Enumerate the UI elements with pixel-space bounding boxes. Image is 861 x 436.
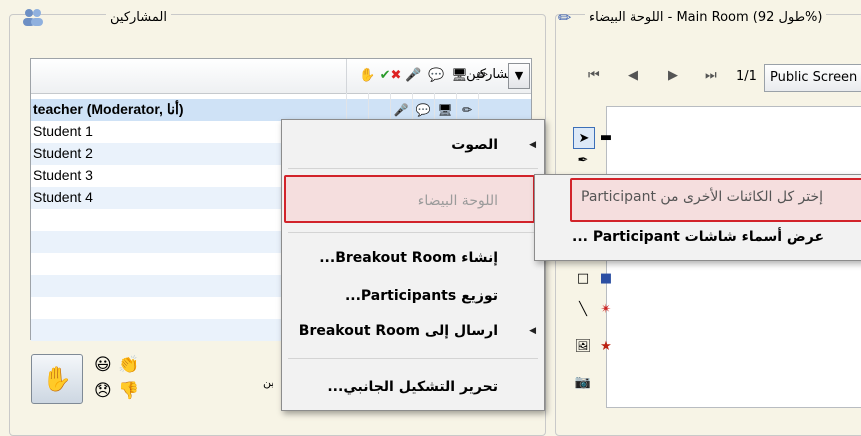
smiley-icon[interactable]: 😃 (94, 355, 112, 375)
rectangle-outline-icon[interactable]: □ (573, 268, 593, 288)
menu-item-distribute[interactable]: توزيع Participants... (282, 283, 544, 309)
menu-separator (288, 232, 538, 233)
menu-item-label: إنشاء Breakout Room... (319, 250, 498, 266)
menu-item-whiteboard[interactable]: اللوحة البيضاء (282, 188, 544, 214)
participant-name: teacher (Moderator, أنا) (33, 101, 184, 117)
page-indicator: 1/1 (736, 69, 757, 84)
header-divider (346, 59, 347, 93)
menu-separator (288, 358, 538, 359)
participant-name: Student 2 (33, 145, 93, 161)
submenu-arrow-icon: ◀ (529, 326, 536, 336)
participant-name: Student 1 (33, 123, 93, 139)
participant-name: Student 4 (33, 189, 93, 205)
whiteboard-pencil-icon: ✏ (558, 8, 572, 27)
raise-hand-icon: ✋ (42, 365, 72, 393)
list-options-dropdown[interactable]: ▼ (508, 63, 530, 89)
magic-wand-icon[interactable]: ✴ (596, 299, 616, 319)
clap-icon[interactable]: 👏 (118, 355, 139, 375)
menu-item-create-breakout[interactable]: إنشاء Breakout Room... (282, 245, 544, 271)
microphone-icon[interactable]: 🎤 (405, 65, 422, 85)
approve-status-icon (368, 99, 390, 121)
raise-hand-icon[interactable]: ✋ (359, 65, 376, 85)
sad-face-icon[interactable]: 😞 (94, 381, 112, 401)
pencil-status-icon[interactable]: ✏ (456, 99, 478, 121)
first-page-icon[interactable]: ⏮ (588, 68, 600, 83)
screen-status-icon[interactable]: 🖥 (434, 99, 456, 121)
participant-name: Student 3 (33, 167, 93, 183)
camera-icon[interactable]: 📷 (573, 372, 593, 392)
approve-reject-icon[interactable]: ✔ ✖ (380, 65, 402, 85)
participants-panel-title: المشاركين (106, 8, 171, 28)
prev-page-icon[interactable]: ◀ (628, 68, 638, 83)
rectangle-filled-icon[interactable]: ■ (596, 268, 616, 288)
status-label-partial: ين (263, 376, 273, 389)
pen-tool-icon[interactable]: ✒ (573, 150, 593, 170)
participants-group-icon (20, 6, 46, 28)
menu-item-label: ارسال إلى Breakout Room (298, 323, 498, 339)
stamp-icon[interactable]: ★ (596, 336, 616, 356)
submenu-item-select-objects[interactable]: إختر كل الكائنات الأخرى من Participant (581, 189, 823, 205)
menu-item-send-to-breakout[interactable]: ارسال إلى Breakout Room ◀ (282, 318, 544, 344)
line-draw-icon[interactable]: ╲ (573, 299, 593, 319)
line-tool-icon[interactable]: ▬ (596, 127, 616, 147)
last-page-icon[interactable]: ⏭ (705, 68, 717, 83)
hand-status-icon (346, 99, 368, 121)
raise-hand-button[interactable]: ✋ (31, 354, 83, 404)
menu-item-label: اللوحة البيضاء (417, 193, 498, 209)
menu-item-edit-profile[interactable]: تحرير التشكيل الجانبي... (282, 374, 544, 400)
participants-list-header: ✋ ✔ ✖ 🎤 💬 🖥 ✏ المشاركين ▼ (31, 59, 531, 94)
submenu-item-show-names[interactable]: عرض أسماء شاشات Participant ... (572, 229, 824, 245)
context-menu-items: اللوحة البيضاء إنشاء Breakout Room... تو… (281, 119, 545, 411)
image-icon[interactable]: 🖼 (573, 336, 593, 356)
screen-select[interactable]: Public Screen (764, 64, 861, 92)
select-arrow-icon[interactable]: ➤ (573, 127, 595, 149)
next-page-icon[interactable]: ▶ (668, 68, 678, 83)
thumbs-down-icon[interactable]: 👎 (118, 381, 139, 401)
chat-status-icon[interactable]: 💬 (412, 99, 434, 121)
chat-icon[interactable]: 💬 (428, 65, 445, 85)
menu-item-label: تحرير التشكيل الجانبي... (327, 379, 498, 395)
menu-item-label: توزيع Participants... (344, 288, 498, 304)
microphone-status-icon[interactable]: 🎤 (390, 99, 412, 121)
whiteboard-panel-title: اللوحة البيضاء - Main Room (طول 92%) (585, 8, 827, 28)
